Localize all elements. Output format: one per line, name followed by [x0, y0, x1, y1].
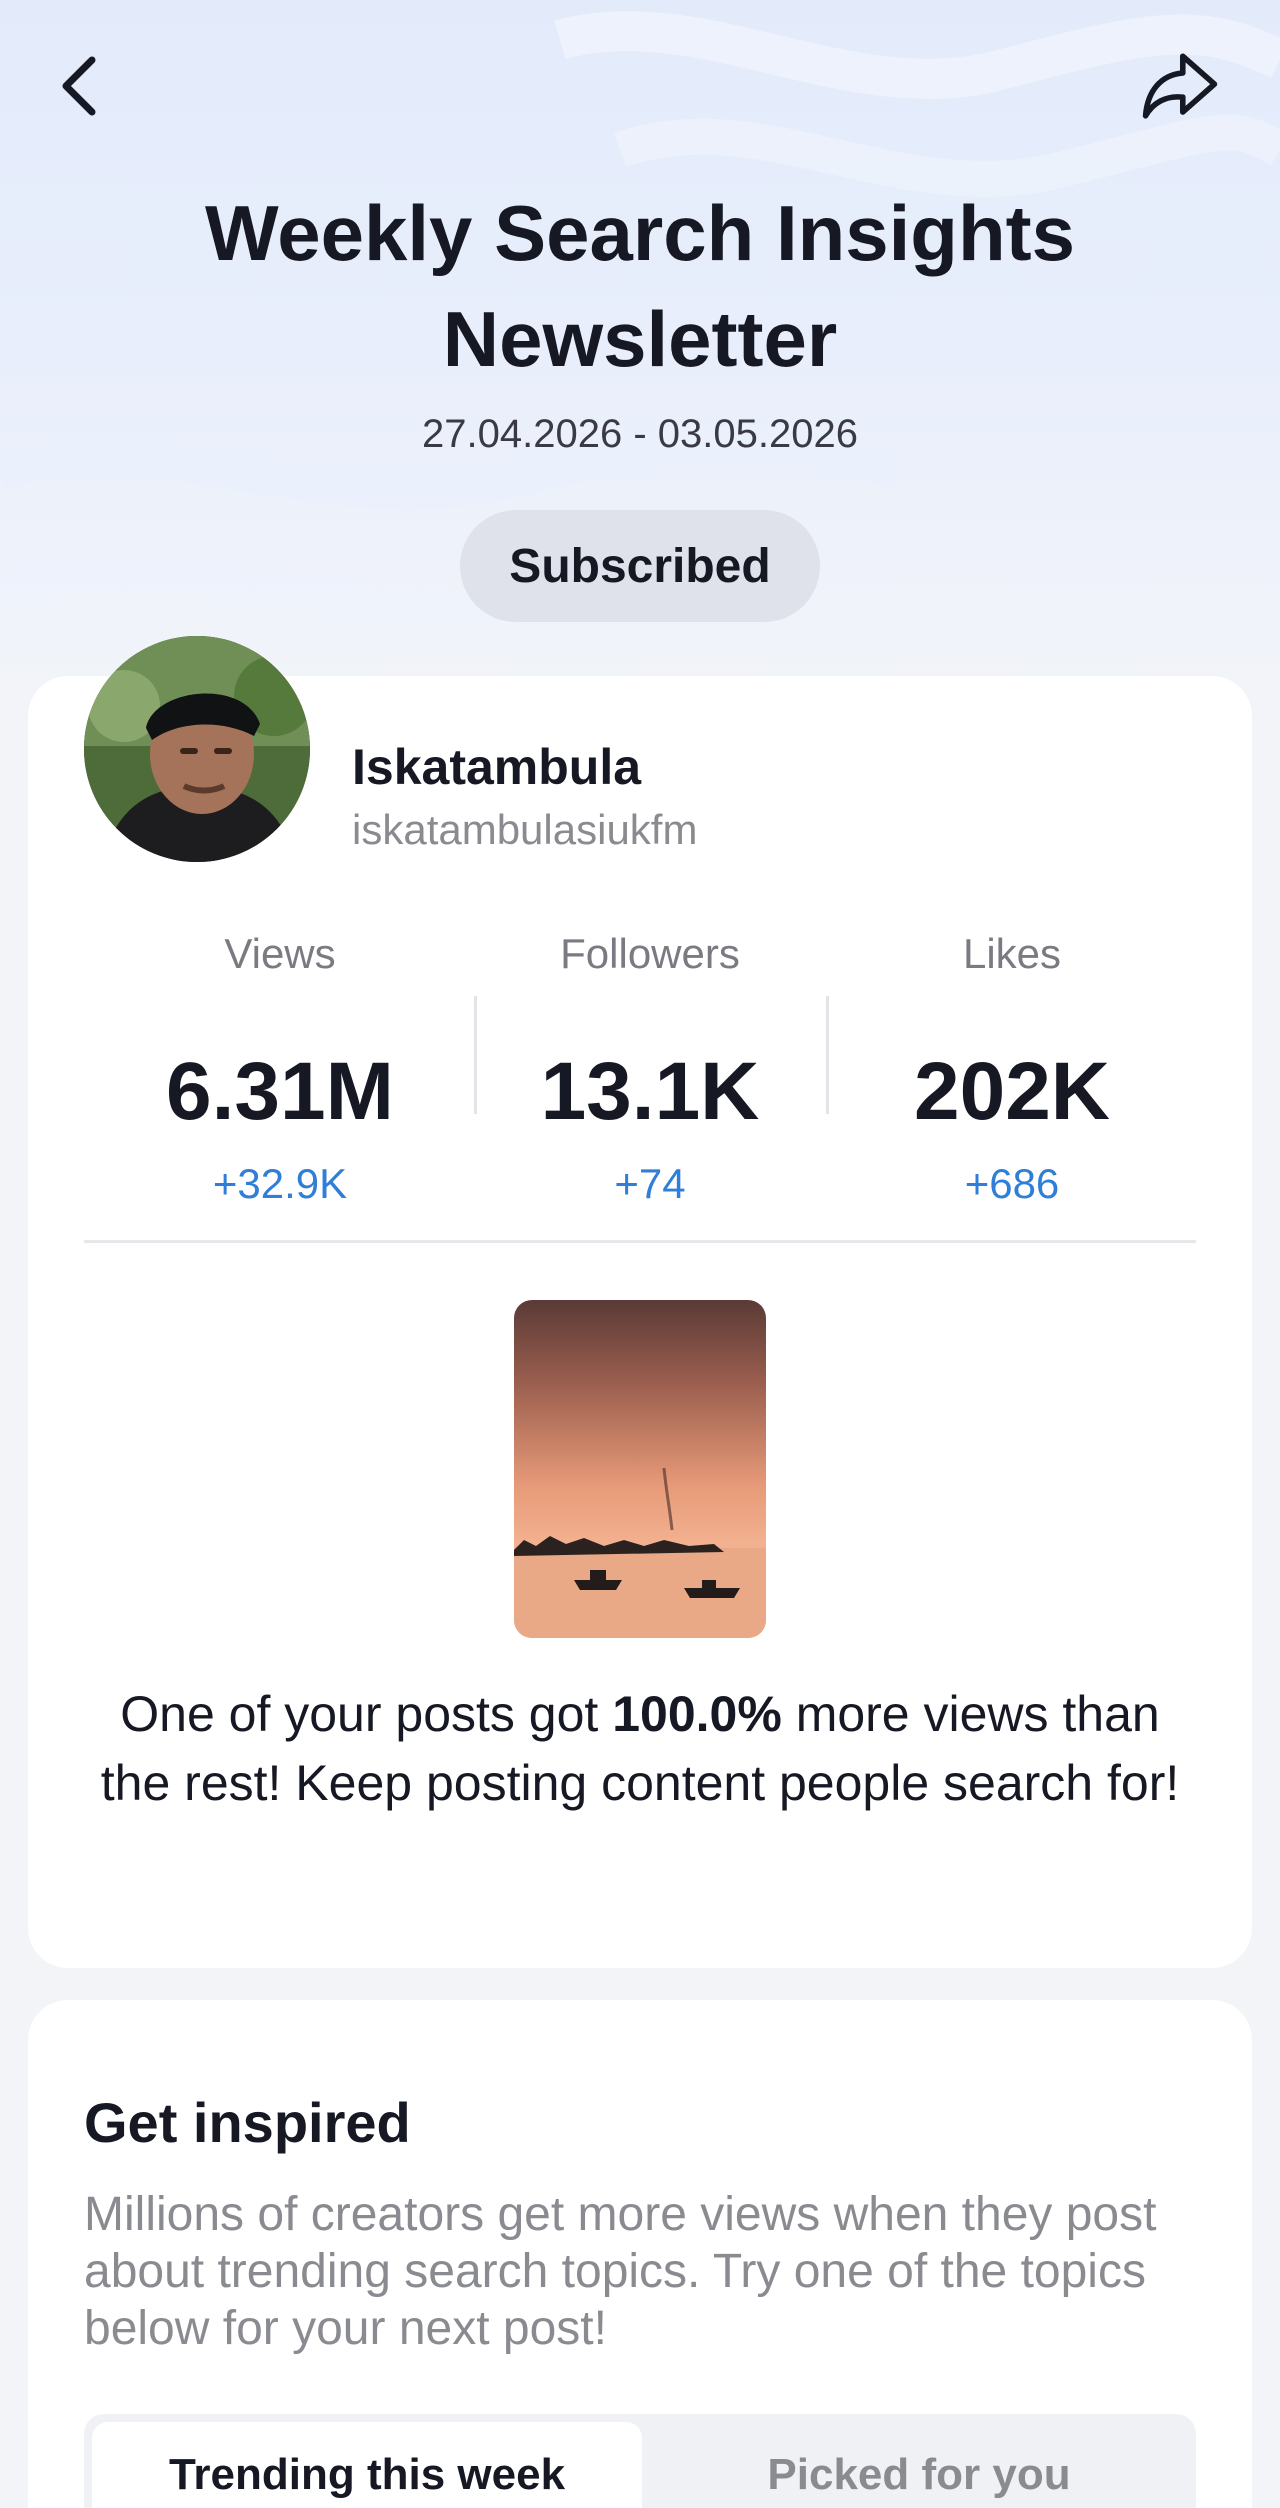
page-title: Weekly Search Insights Newsletter — [0, 180, 1280, 392]
stat-followers: Followers 13.1K +74 — [470, 930, 830, 1208]
date-range: 27.04.2026 - 03.05.2026 — [422, 412, 858, 456]
profile-name: Iskatambula — [352, 739, 642, 795]
post-highlight-message: One of your posts got 100.0% more views … — [90, 1680, 1190, 1818]
tab-trending-this-week[interactable]: Trending this week — [92, 2422, 642, 2508]
profile-handle: iskatambulasiukfm — [352, 806, 698, 853]
tab-picked-for-you[interactable]: Picked for you — [644, 2414, 1194, 2508]
topic-tabs: Trending this week Picked for you — [84, 2414, 1196, 2508]
stat-label: Views — [224, 930, 336, 977]
stat-delta: +32.9K — [212, 1160, 348, 1207]
stat-label: Followers — [560, 930, 740, 977]
stat-delta: +74 — [614, 1160, 686, 1207]
sunset-sea-image — [514, 1300, 766, 1638]
title-line-1: Weekly Search Insights — [205, 189, 1075, 277]
share-button[interactable] — [1140, 46, 1220, 126]
stat-value: 202K — [913, 1046, 1111, 1137]
inspire-title: Get inspired — [84, 2091, 411, 2154]
stat-value: 6.31M — [166, 1046, 394, 1137]
stat-delta: +686 — [964, 1160, 1060, 1207]
stat-value: 13.1K — [540, 1046, 760, 1137]
avatar[interactable] — [84, 636, 310, 862]
stat-views: Views 6.31M +32.9K — [100, 930, 460, 1208]
inspire-description: Millions of creators get more views when… — [84, 2188, 1157, 2355]
avatar-image — [84, 636, 310, 862]
stat-label: Likes — [962, 930, 1062, 977]
subscribed-button[interactable]: Subscribed — [460, 510, 820, 622]
stat-divider — [826, 996, 829, 1114]
section-divider — [84, 1240, 1196, 1243]
stat-likes: Likes 202K +686 — [832, 930, 1192, 1208]
back-button[interactable] — [40, 46, 120, 126]
share-arrow-icon — [1142, 53, 1218, 119]
chevron-left-icon — [62, 56, 96, 116]
top-post-thumbnail[interactable] — [514, 1300, 766, 1638]
title-line-2: Newsletter — [442, 295, 838, 383]
post-msg-percent: 100.0% — [612, 1686, 782, 1742]
post-msg-prefix: One of your posts got — [120, 1686, 613, 1742]
